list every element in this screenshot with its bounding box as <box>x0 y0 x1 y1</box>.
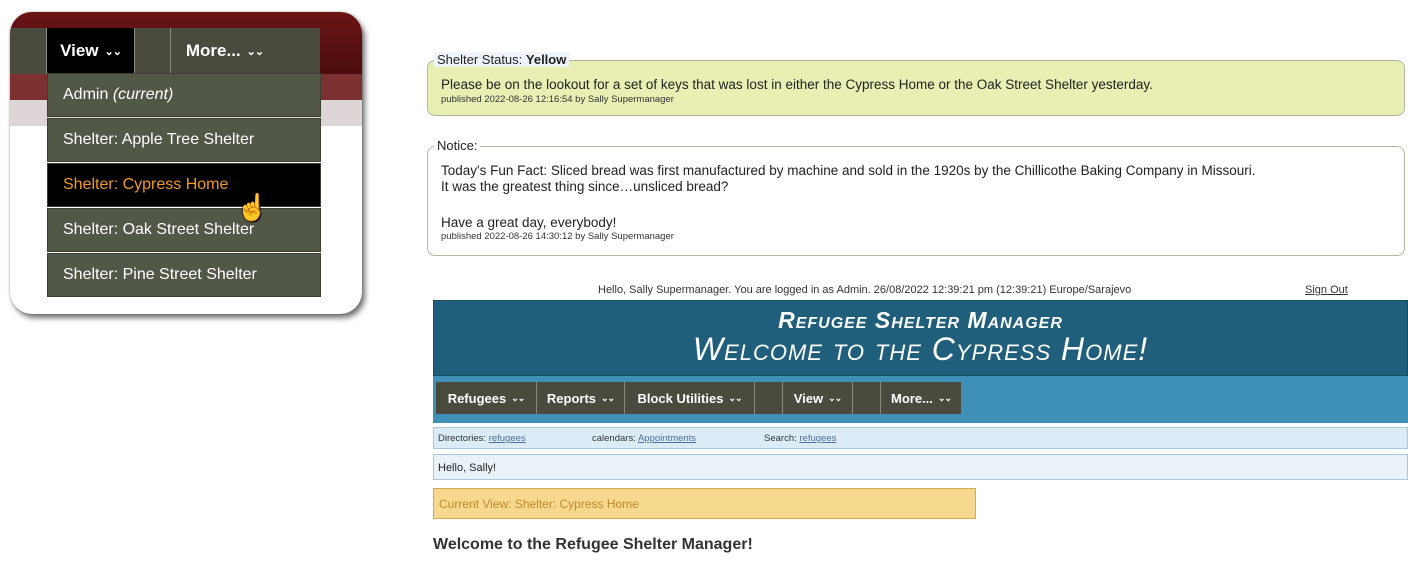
menu-label: Refugees <box>447 390 507 406</box>
notice-published: published 2022-08-26 14:30:12 by Sally S… <box>441 231 674 242</box>
dropdown-item-pine-street-shelter[interactable]: Shelter: Pine Street Shelter <box>47 253 321 297</box>
notice-box: Notice: Today's Fun Fact: Sliced bread w… <box>427 138 1405 256</box>
dropdown-item-apple-tree-shelter[interactable]: Shelter: Apple Tree Shelter <box>47 118 321 162</box>
menu-spacer <box>754 382 782 414</box>
chevron-down-icon: ⌄⌄ <box>601 392 615 403</box>
calendars-appointments-link[interactable]: Appointments <box>638 433 696 444</box>
view-dropdown: Admin (current) Shelter: Apple Tree Shel… <box>47 73 321 297</box>
status-legend-prefix: Shelter Status: <box>437 52 526 67</box>
directories-label: Directories: <box>438 433 487 444</box>
menu-label: Block Utilities <box>637 390 724 406</box>
status-published: published 2022-08-26 12:16:54 by Sally S… <box>441 94 674 105</box>
dropdown-item-cypress-home[interactable]: Shelter: Cypress Home <box>47 163 321 207</box>
menu-label: Reports <box>546 390 597 406</box>
notice-legend: Notice: <box>434 138 481 153</box>
dropdown-item-label: Admin <box>63 86 109 103</box>
hand-pointer-icon: ☝ <box>236 192 269 222</box>
search-group: Search: refugees <box>764 433 836 444</box>
zoomed-menu-callout: View ⌄⌄ More... ⌄⌄ Admin (current) Shelter… <box>10 12 362 314</box>
menu-label: View <box>793 390 824 406</box>
menu-label: More... <box>891 390 933 406</box>
view-label: View <box>60 41 99 60</box>
dropdown-item-label: Shelter: Pine Street Shelter <box>63 266 257 283</box>
callout-menu-spacer <box>10 28 46 74</box>
menu-block-utilities-button[interactable]: Block Utilities ⌄⌄ <box>624 382 754 414</box>
chevron-down-icon: ⌄⌄ <box>511 392 525 403</box>
callout-more-button[interactable]: More... ⌄⌄ <box>170 28 278 74</box>
chevron-down-icon: ⌄⌄ <box>937 392 952 403</box>
chevron-down-icon: ⌄⌄ <box>246 45 264 58</box>
dropdown-item-admin[interactable]: Admin (current) <box>47 73 321 117</box>
dropdown-item-oak-street-shelter[interactable]: Shelter: Oak Street Shelter <box>47 208 321 252</box>
directories-refugees-link[interactable]: refugees <box>489 433 526 444</box>
menu-spacer-2 <box>852 382 880 414</box>
menu-reports-button[interactable]: Reports ⌄⌄ <box>536 382 624 414</box>
welcome-heading: Welcome to the Refugee Shelter Manager! <box>433 536 753 553</box>
current-view-box: Current View: Shelter: Cypress Home <box>433 488 976 519</box>
menu-refugees-button[interactable]: Refugees ⌄⌄ <box>436 382 536 414</box>
notice-line-2: It was the greatest thing since…unsliced… <box>441 179 729 194</box>
notice-line-1: Today's Fun Fact: Sliced bread was first… <box>441 163 1256 178</box>
login-status-text: Hello, Sally Supermanager. You are logge… <box>598 284 1132 296</box>
status-legend: Shelter Status: Yellow <box>434 52 570 67</box>
welcome-title: Welcome to the Cypress Home! <box>692 331 1149 367</box>
current-suffix: (current) <box>112 86 174 103</box>
status-message: Please be on the lookout for a set of ke… <box>441 77 1153 92</box>
callout-view-button[interactable]: View ⌄⌄ <box>46 28 134 74</box>
calendars-label: calendars: <box>592 433 636 444</box>
search-refugees-link[interactable]: refugees <box>799 433 836 444</box>
directories-group: Directories: refugees <box>438 433 526 444</box>
calendars-group: calendars: Appointments <box>592 433 696 444</box>
more-label: More... <box>185 41 241 60</box>
dropdown-item-label: Shelter: Cypress Home <box>63 176 229 193</box>
main-menubar: Refugees ⌄⌄ Reports ⌄⌄ Block Utilities ⌄⌄ V… <box>433 376 1408 423</box>
dropdown-item-label: Shelter: Apple Tree Shelter <box>63 131 255 148</box>
greeting-bar: Hello, Sally! <box>433 454 1408 480</box>
status-value: Yellow <box>525 52 567 67</box>
search-label: Search: <box>764 433 797 444</box>
shelter-status-box: Shelter Status: Yellow Please be on the … <box>427 52 1405 116</box>
notice-line-3: Have a great day, everybody! <box>441 215 617 230</box>
sign-out-link[interactable]: Sign Out <box>1305 284 1348 296</box>
app-banner: Refugee Shelter Manager Welcome to the C… <box>433 300 1408 376</box>
callout-menu-spacer-2 <box>134 28 170 74</box>
app-title: Refugee Shelter Manager <box>778 307 1063 333</box>
chevron-down-icon: ⌄⌄ <box>828 392 842 403</box>
dropdown-item-label: Shelter: Oak Street Shelter <box>63 221 255 238</box>
directory-bar: Directories: refugees calendars: Appoint… <box>433 427 1408 449</box>
chevron-down-icon: ⌄⌄ <box>728 392 742 403</box>
menu-view-button[interactable]: View ⌄⌄ <box>782 382 852 414</box>
page-screenshot: Shelter Status: Yellow Please be on the … <box>421 48 1408 581</box>
chevron-down-icon: ⌄⌄ <box>104 45 122 58</box>
menu-more-button[interactable]: More... ⌄⌄ <box>880 382 961 414</box>
